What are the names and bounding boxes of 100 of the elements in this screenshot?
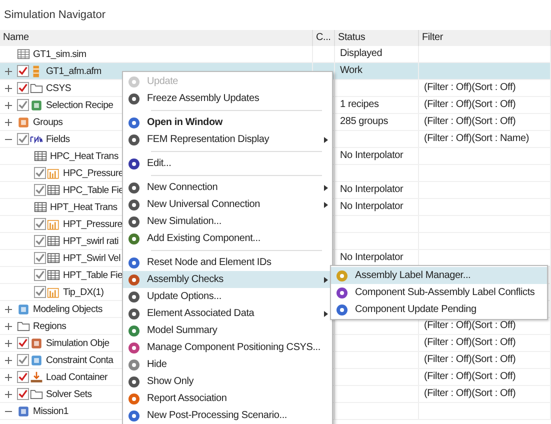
tree-item-label[interactable]: Groups	[31, 116, 63, 128]
table-icon	[47, 252, 60, 264]
menu-item[interactable]: Report Association	[123, 390, 332, 407]
menu-item[interactable]: Reset Node and Element IDs	[123, 254, 332, 271]
tree-item-label[interactable]: Selection Recipe	[44, 100, 114, 110]
menu-item[interactable]: Update Options...	[123, 288, 332, 305]
expand-icon[interactable]	[4, 322, 13, 330]
filter-cell-text: (Filter : Off)(Sort : Off)	[423, 336, 516, 350]
menu-item-icon	[127, 92, 141, 106]
menu-item[interactable]: Element Associated Data	[123, 305, 332, 322]
chart-icon	[47, 166, 60, 180]
tree-item-label[interactable]: Tip_DX(1)	[61, 286, 104, 298]
checkbox[interactable]	[34, 167, 46, 179]
expand-icon[interactable]	[4, 372, 13, 382]
expand-icon[interactable]	[4, 356, 13, 364]
checkbox[interactable]	[17, 82, 29, 94]
menu-item-icon	[127, 180, 141, 194]
checkbox[interactable]	[34, 184, 46, 196]
tree-item-label[interactable]: HPT_Table Fie	[61, 270, 123, 280]
submenu-arrow-icon	[324, 137, 328, 143]
checkbox[interactable]	[17, 133, 29, 145]
menu-item[interactable]: Manage Component Positioning CSYS...	[123, 339, 332, 356]
tree-item-label[interactable]: Regions	[31, 320, 66, 332]
tree-item-label[interactable]: CSYS	[44, 82, 71, 94]
expand-icon[interactable]	[4, 66, 13, 76]
expand-icon[interactable]	[4, 390, 13, 398]
expand-icon[interactable]	[4, 338, 13, 348]
menu-item[interactable]: Model Summary	[123, 322, 332, 339]
menu-item[interactable]: FEM Representation Display	[123, 131, 332, 148]
tree-item-label[interactable]: Modeling Objects	[31, 304, 102, 314]
column-header[interactable]: C...	[313, 30, 335, 46]
status-cell-text: Displayed	[339, 47, 382, 61]
tree-item-label[interactable]: Load Container	[44, 372, 108, 382]
filter-cell-text: (Filter : Off)(Sort : Off)	[423, 115, 516, 129]
menu-item[interactable]: Assembly Label Manager...	[331, 267, 547, 284]
tree-item-label[interactable]: HPC_Heat Trans	[48, 150, 118, 162]
filter-cell-text: (Filter : Off)(Sort : Off)	[423, 370, 516, 384]
menu-item[interactable]: New Connection	[123, 179, 332, 196]
checkbox[interactable]	[17, 337, 29, 349]
menu-item[interactable]: Freeze Assembly Updates	[123, 90, 332, 107]
table-icon	[47, 234, 60, 248]
tree-item-label[interactable]: GT1_afm.afm	[44, 66, 102, 76]
checkbox[interactable]	[17, 65, 29, 77]
column-header[interactable]: Name	[0, 30, 313, 46]
checkbox[interactable]	[17, 354, 29, 366]
menu-item[interactable]: Component Sub-Assembly Label Conflicts	[331, 284, 547, 301]
tree-item-label[interactable]: HPT_swirl rati	[61, 236, 118, 246]
tree-item-label[interactable]: HPT_Swirl Vel	[61, 252, 120, 264]
checkbox[interactable]	[34, 286, 46, 298]
tree-item-label[interactable]: Fields	[44, 134, 70, 144]
tree-item-label[interactable]: Mission1	[31, 406, 68, 416]
table-icon	[34, 150, 47, 162]
tree-item-label[interactable]: HPT_Heat Trans	[48, 202, 118, 212]
column-header[interactable]: Status	[335, 30, 419, 46]
submenu-arrow-icon	[324, 311, 328, 317]
tree-item-label[interactable]: HPC_Pressure	[61, 168, 124, 178]
tree-item-label[interactable]: Constraint Conta	[44, 354, 114, 366]
status-cell-text: No Interpolator	[339, 183, 404, 197]
checkbox[interactable]	[34, 252, 46, 264]
menu-item[interactable]: New Post-Processing Scenario...	[123, 407, 332, 424]
status-cell-text: 1 recipes	[339, 98, 379, 112]
menu-item[interactable]: Component Update Pending	[331, 301, 547, 318]
menu-item[interactable]: New Simulation...	[123, 213, 332, 230]
menu-item[interactable]: New Universal Connection	[123, 196, 332, 213]
checkbox[interactable]	[17, 388, 29, 400]
menu-item-icon	[335, 268, 349, 282]
panel-title: Simulation Navigator	[3, 8, 106, 23]
expand-icon[interactable]	[4, 118, 13, 126]
tree-item-label[interactable]: HPT_Pressure	[61, 218, 122, 230]
table-icon	[47, 184, 60, 196]
status-cell-text: 285 groups	[339, 115, 388, 129]
menu-item[interactable]: Assembly Checks	[123, 271, 332, 288]
tree-item-label[interactable]: Solver Sets	[44, 388, 92, 400]
menu-item[interactable]: Show Only	[123, 373, 332, 390]
folder-icon	[30, 82, 43, 94]
chart-icon	[47, 286, 60, 298]
filter-cell-text: (Filter : Off)(Sort : Name)	[423, 132, 529, 146]
filter-cell-text: (Filter : Off)(Sort : Off)	[423, 353, 516, 367]
expand-icon[interactable]	[4, 304, 13, 314]
checkbox[interactable]	[17, 99, 29, 111]
grid-icon	[17, 48, 30, 60]
expand-icon[interactable]	[4, 100, 13, 110]
menu-item[interactable]: Hide	[123, 356, 332, 373]
tree-item-label[interactable]: GT1_sim.sim	[31, 48, 86, 60]
menu-item-icon	[127, 256, 141, 270]
tree-item-label[interactable]: Simulation Obje	[44, 338, 110, 348]
checkbox[interactable]	[34, 269, 46, 281]
checkbox[interactable]	[17, 371, 29, 383]
menu-item[interactable]: Edit...	[123, 155, 332, 172]
expand-icon[interactable]	[4, 84, 13, 92]
menu-item[interactable]: Add Existing Component...	[123, 230, 332, 247]
folder-icon	[17, 320, 30, 332]
menu-item-icon	[127, 116, 141, 130]
menu-item[interactable]: Open in Window	[123, 114, 332, 131]
load-icon	[30, 370, 43, 384]
column-header[interactable]: Filter	[419, 30, 551, 46]
checkbox[interactable]	[34, 218, 46, 230]
menu-item-icon	[335, 302, 349, 316]
table-icon	[47, 268, 60, 282]
checkbox[interactable]	[34, 235, 46, 247]
